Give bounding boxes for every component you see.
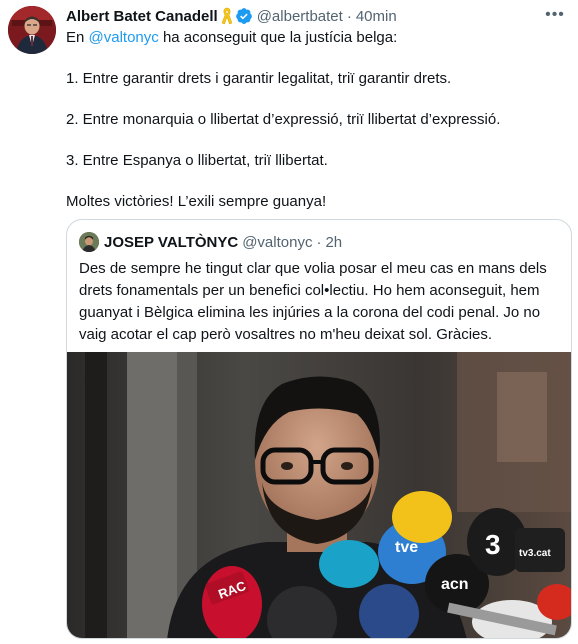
quoted-tweet-header: JOSEP VALTÒNYC @valtonyc · 2h [79,232,342,252]
author-avatar-image [8,6,56,54]
intro-suffix: ha aconseguit que la justícia belga: [158,29,398,46]
yellow-ribbon-icon [221,7,233,25]
tweet-point-2: 2. Entre monarquia o llibertat d’express… [66,111,501,128]
tweet-header: Albert Batet Canadell @albertbatet · 40m… [66,6,397,26]
quoted-author-avatar-image [79,232,99,252]
tweet-text: En @valtonyc ha aconseguit que la justíc… [66,28,566,212]
quoted-text-line: drets fonamentals per un benefici col•le… [79,282,540,299]
mention-link[interactable]: @valtonyc [89,29,159,46]
tweet[interactable]: Albert Batet Canadell @albertbatet · 40m… [0,0,578,644]
header-separator: · [346,7,352,25]
mic-label-acn: acn [441,576,469,593]
quoted-author-handle[interactable]: @valtonyc [242,234,312,251]
quoted-tweet-text: Des de sempre he tingut clar que volia p… [79,258,561,346]
quoted-text-line: Des de sempre he tingut clar que volia p… [79,260,547,277]
mic-label-tv3: tv3.cat [519,548,551,559]
tweet-point-1: 1. Entre garantir drets i garantir legal… [66,70,452,87]
press-photo: RAC tve acn 3 tv3.cat [67,352,571,638]
quoted-author-avatar[interactable] [79,232,99,252]
quoted-header-separator: · [316,233,322,251]
tweet-point-3: 3. Entre Espanya o llibertat, triï llibe… [66,152,328,169]
quoted-text-line: vaig acotar el cap però vosaltres no m'h… [79,326,493,343]
tweet-closing: Moltes victòries! L’exili sempre guanya! [66,193,327,210]
author-name[interactable]: Albert Batet Canadell [66,8,218,25]
quoted-tweet-photo[interactable]: RAC tve acn 3 tv3.cat [67,352,571,638]
intro-prefix: En [66,29,89,46]
quoted-author-name[interactable]: JOSEP VALTÒNYC [104,234,238,251]
tweet-intro: En @valtonyc ha aconseguit que la justíc… [66,28,566,48]
quoted-tweet-timestamp[interactable]: 2h [325,234,342,251]
quoted-text-line: guanyat i Bèlgica elimina les injúries a… [79,304,541,321]
verified-badge-icon [235,7,253,25]
mic-label-3: 3 [485,529,501,560]
more-icon[interactable]: ••• [542,6,568,24]
quoted-tweet[interactable]: JOSEP VALTÒNYC @valtonyc · 2h Des de sem… [66,219,572,639]
tweet-timestamp[interactable]: 40min [356,8,397,25]
author-avatar[interactable] [8,6,56,54]
author-handle[interactable]: @albertbatet [257,8,343,25]
